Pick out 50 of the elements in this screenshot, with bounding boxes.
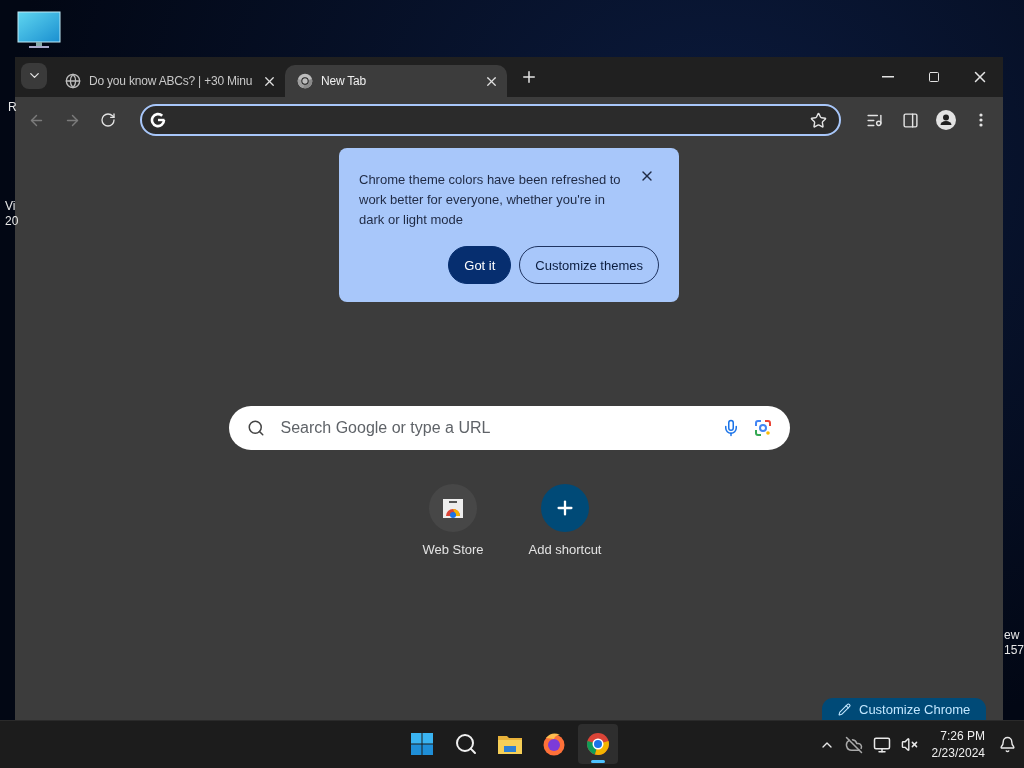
tab-title: Do you know ABCs? | +30 Minu bbox=[89, 74, 254, 88]
computer-icon bbox=[17, 11, 61, 49]
shortcut-label: Web Store bbox=[422, 542, 484, 557]
menu-icon bbox=[979, 113, 984, 127]
desktop-icon-label: Vi bbox=[5, 199, 16, 214]
desktop-icon-label: R bbox=[8, 100, 17, 115]
shortcut-tile[interactable]: Add shortcut bbox=[525, 484, 605, 557]
got-it-button[interactable]: Got it bbox=[448, 246, 512, 284]
store-icon bbox=[441, 496, 465, 520]
taskbar-app-button[interactable] bbox=[578, 724, 618, 764]
network-icon[interactable] bbox=[872, 735, 891, 754]
tab-title: New Tab bbox=[321, 74, 368, 88]
bookmark-star-icon[interactable] bbox=[809, 111, 827, 129]
firefox-icon bbox=[542, 732, 566, 756]
tab-search-button[interactable] bbox=[21, 62, 47, 89]
minimize-icon bbox=[882, 76, 894, 78]
browser-tab[interactable]: Do you know ABCs? | +30 Minu bbox=[53, 65, 285, 97]
folder-icon bbox=[497, 733, 523, 755]
side-panel-icon bbox=[901, 111, 919, 129]
cloud-off-icon[interactable] bbox=[844, 735, 863, 754]
reload-icon bbox=[99, 112, 116, 128]
globe-icon bbox=[65, 73, 81, 89]
chrome-icon bbox=[297, 73, 313, 89]
person-icon bbox=[935, 110, 956, 130]
search-bar[interactable]: Search Google or type a URL bbox=[228, 406, 790, 450]
desktop-icon-label: 157 bbox=[1004, 643, 1024, 658]
clock-date: 2/23/2024 bbox=[931, 744, 985, 762]
clock-time: 7:26 PM bbox=[940, 727, 985, 745]
address-bar[interactable] bbox=[139, 104, 841, 136]
desktop-icon-label: ew bbox=[1004, 628, 1020, 643]
maximize-icon bbox=[928, 71, 940, 83]
notification-bell-icon[interactable] bbox=[999, 736, 1016, 753]
browser-tab[interactable]: New Tab bbox=[285, 65, 507, 97]
desktop-icon-label: 20 bbox=[5, 214, 19, 229]
customize-chrome-button[interactable]: Customize Chrome bbox=[822, 698, 987, 720]
windows-icon bbox=[410, 732, 434, 756]
plus-icon bbox=[520, 68, 538, 86]
chrome-icon bbox=[586, 732, 610, 756]
google-icon bbox=[149, 112, 166, 128]
search-icon bbox=[246, 419, 265, 437]
lens-icon[interactable] bbox=[753, 419, 772, 437]
bubble-message: Chrome theme colors have been refreshed to work better for everyone, whether you're in dark or light mode bbox=[359, 171, 622, 229]
search-input[interactable]: Search Google or type a URL bbox=[278, 418, 708, 438]
active-indicator bbox=[591, 760, 605, 763]
muted-speaker-icon[interactable] bbox=[900, 736, 918, 753]
shortcut-tile[interactable]: Web Store bbox=[413, 484, 493, 557]
shortcut-label: Add shortcut bbox=[528, 542, 602, 557]
search-icon bbox=[454, 732, 478, 756]
pencil-icon bbox=[838, 702, 851, 716]
clock[interactable]: 7:26 PM 2/23/2024 bbox=[931, 727, 985, 762]
